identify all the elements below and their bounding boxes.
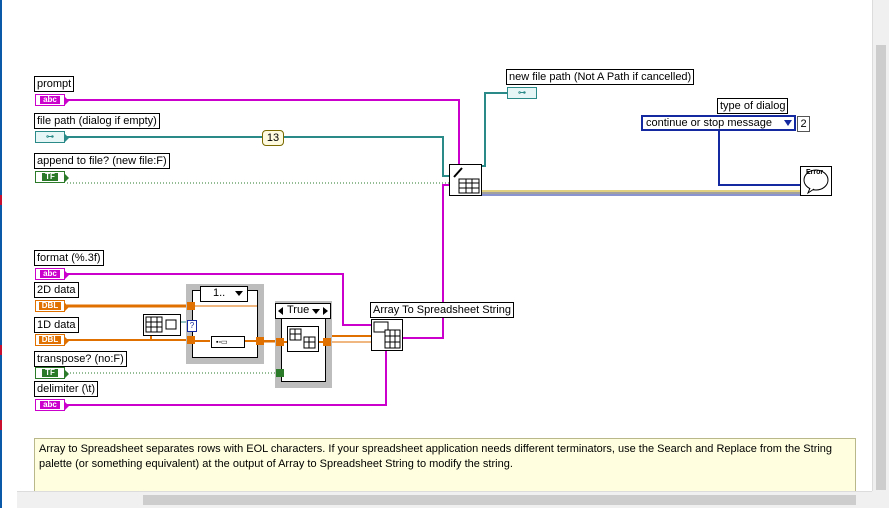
vertical-scroll-thumb[interactable] xyxy=(876,45,886,490)
constant-13[interactable]: 13 xyxy=(262,130,284,146)
reshape-icon xyxy=(145,316,177,333)
selector-left-arrow-icon[interactable] xyxy=(278,307,283,315)
spreadsheet-icon xyxy=(373,321,401,349)
tunnel xyxy=(187,336,195,344)
append-terminal[interactable]: TF xyxy=(35,171,69,183)
append-label: append to file? (new file:F) xyxy=(34,153,170,169)
selector-right-arrow-icon[interactable] xyxy=(323,307,328,315)
data-1d-label: 1D data xyxy=(34,317,79,333)
format-terminal[interactable]: abc xyxy=(35,268,69,280)
file-path-label: file path (dialog if empty) xyxy=(34,113,160,129)
data-2d-label: 2D data xyxy=(34,282,79,298)
case-selector-terminal xyxy=(276,369,284,377)
abc-icon: abc xyxy=(40,96,60,104)
loop-selector[interactable]: 1.. xyxy=(200,286,248,302)
abc-icon: abc xyxy=(40,270,60,278)
comment-note: Array to Spreadsheet separates rows with… xyxy=(34,438,856,493)
type-of-dialog-ring[interactable]: continue or stop message xyxy=(641,115,796,131)
write-file-icon xyxy=(451,166,480,194)
loop-selector-value: 1.. xyxy=(213,287,226,299)
terminal-arrow-icon xyxy=(64,336,69,346)
terminal-arrow-icon xyxy=(64,401,69,411)
reshape-array-node[interactable] xyxy=(143,314,181,336)
chevron-down-icon[interactable] xyxy=(312,309,320,314)
tunnel xyxy=(323,338,331,346)
file-path-terminal[interactable]: ⊶ xyxy=(35,131,69,143)
abc-icon: abc xyxy=(40,401,60,409)
dbl-icon: DBL xyxy=(38,336,62,344)
terminal-arrow-icon xyxy=(64,302,69,312)
transpose-label: transpose? (no:F) xyxy=(34,351,127,367)
transpose-icon xyxy=(289,328,316,349)
array-icon: ▪▫▭ xyxy=(216,339,228,346)
terminal-arrow-icon xyxy=(64,173,69,183)
tunnel xyxy=(256,337,264,345)
prompt-terminal[interactable]: abc xyxy=(35,94,69,106)
data-2d-terminal[interactable]: DBL xyxy=(35,300,69,312)
new-file-path-terminal[interactable]: ⊶ xyxy=(507,87,537,99)
data-1d-terminal[interactable]: DBL xyxy=(35,334,69,346)
tunnel xyxy=(276,338,284,346)
transpose-array-node[interactable] xyxy=(287,326,319,352)
dropdown-arrow-icon[interactable] xyxy=(784,120,792,126)
wire-layer xyxy=(67,92,800,406)
tf-icon: TF xyxy=(42,369,58,377)
tunnel xyxy=(187,302,195,310)
terminal-arrow-icon xyxy=(64,270,69,280)
array-to-spreadsheet-node[interactable] xyxy=(371,319,403,351)
array-to-spreadsheet-label: Array To Spreadsheet String xyxy=(370,302,514,318)
transpose-terminal[interactable]: TF xyxy=(35,367,69,379)
error-handler-text: Error xyxy=(806,169,824,176)
format-label: format (%.3f) xyxy=(34,250,104,266)
path-icon: ⊶ xyxy=(46,132,54,141)
type-of-dialog-number: 2 xyxy=(797,116,810,132)
terminal-arrow-icon xyxy=(64,133,69,143)
build-array-node[interactable]: ▪▫▭ xyxy=(211,336,245,348)
delimiter-label: delimiter (\t) xyxy=(34,381,99,397)
delimiter-terminal[interactable]: abc xyxy=(35,399,69,411)
case-selector[interactable]: True xyxy=(275,303,331,319)
vertical-scrollbar[interactable] xyxy=(872,0,889,491)
prompt-label: prompt xyxy=(34,76,75,92)
new-file-path-label: new file path (Not A Path if cancelled) xyxy=(506,69,695,85)
tf-icon: TF xyxy=(42,173,58,181)
path-icon: ⊶ xyxy=(518,88,526,97)
chevron-down-icon[interactable] xyxy=(235,291,243,296)
write-file-node[interactable] xyxy=(449,164,482,196)
dbl-icon: DBL xyxy=(38,302,62,310)
type-of-dialog-label: type of dialog xyxy=(717,98,789,114)
question-mark-indicator: ? xyxy=(187,320,197,332)
scroll-corner xyxy=(872,491,889,508)
terminal-arrow-icon xyxy=(64,369,69,379)
type-of-dialog-value: continue or stop message xyxy=(646,117,772,129)
terminal-arrow-icon xyxy=(64,96,69,106)
horizontal-scrollbar[interactable] xyxy=(17,491,872,508)
simple-error-handler-node[interactable]: Error xyxy=(800,166,832,196)
horizontal-scroll-thumb[interactable] xyxy=(143,495,856,505)
